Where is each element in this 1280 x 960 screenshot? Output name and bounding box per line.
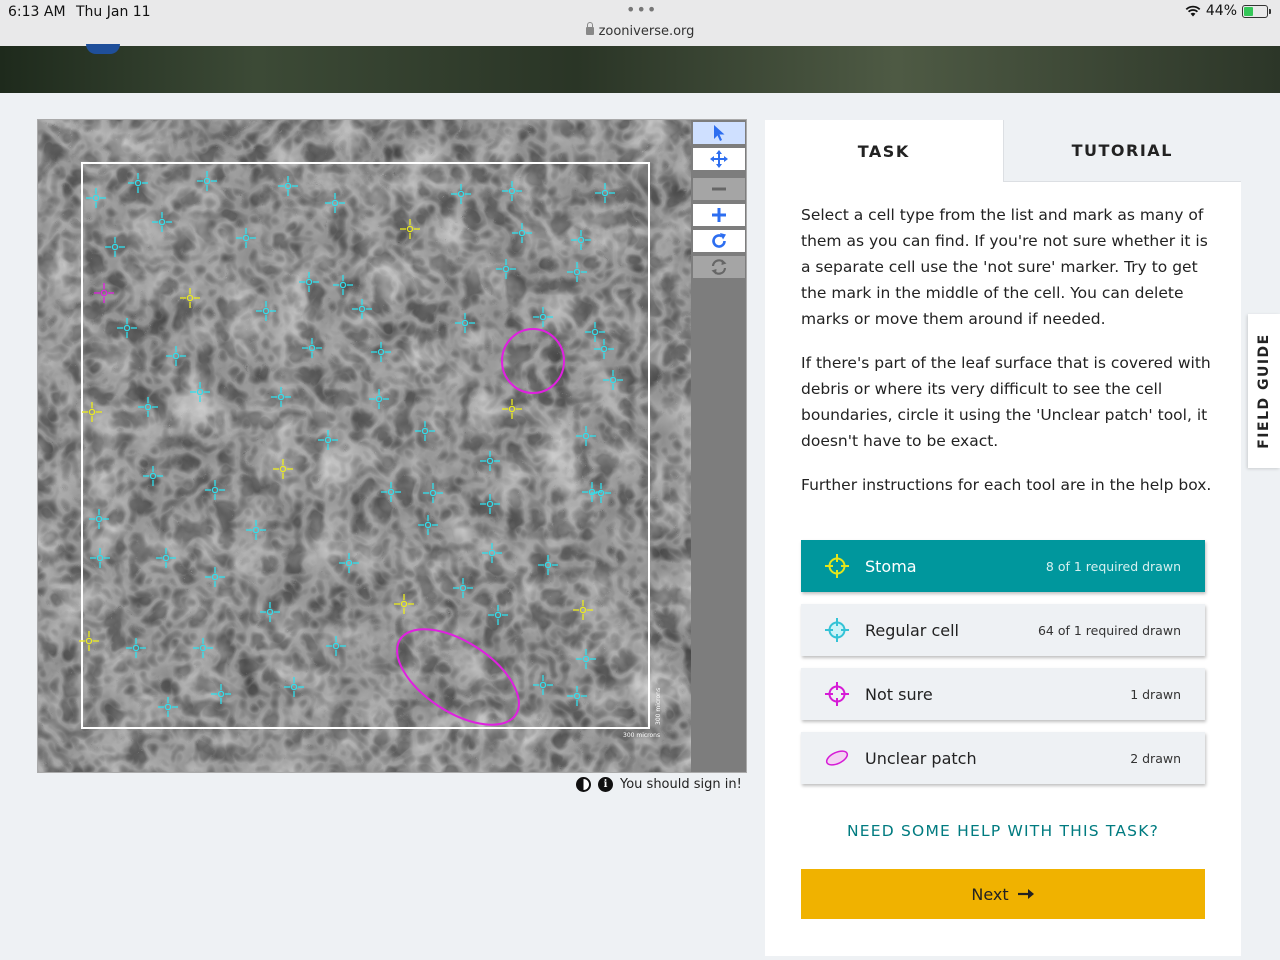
tool-label: Not sure: [865, 684, 933, 704]
rotate-button[interactable]: [693, 230, 745, 252]
sign-in-message: You should sign in!: [620, 777, 742, 792]
zoom-out-button[interactable]: [693, 178, 745, 200]
scale-label-horizontal: 300 microns: [623, 732, 660, 739]
url-text: zooniverse.org: [598, 24, 695, 39]
next-button-label: Next: [971, 884, 1009, 904]
tool-label: Regular cell: [865, 620, 959, 640]
zooniverse-logo[interactable]: [86, 44, 120, 54]
battery-percent: 44%: [1205, 3, 1237, 19]
status-date: Thu Jan 11: [76, 4, 151, 20]
battery-fill: [1244, 6, 1254, 16]
reset-icon: [711, 259, 727, 275]
tab-task[interactable]: TASK: [765, 120, 1003, 182]
arrow-right-icon: [1017, 889, 1034, 899]
wifi-icon: [1185, 5, 1201, 17]
ellipse-icon: [825, 746, 849, 770]
pointer-icon: [714, 125, 725, 141]
scale-label-vertical: 300 microns: [655, 688, 662, 725]
tool-option-unclear-patch[interactable]: Unclear patch 2 drawn: [801, 732, 1205, 784]
instruction-paragraph: Select a cell type from the list and mar…: [801, 206, 1208, 328]
subject-viewer: 300 microns 300 microns: [37, 119, 747, 773]
task-instructions: Select a cell type from the list and mar…: [801, 202, 1221, 516]
tool-label: Unclear patch: [865, 748, 977, 768]
crosshair-icon: [825, 554, 849, 578]
subject-image-canvas[interactable]: 300 microns 300 microns: [38, 120, 691, 772]
zoom-out-icon: [712, 187, 726, 191]
move-icon: [710, 150, 728, 168]
zoom-in-button[interactable]: [693, 204, 745, 226]
tool-option-stoma[interactable]: Stoma 8 of 1 required drawn: [801, 540, 1205, 592]
status-indicators: 44%: [1185, 3, 1271, 19]
instruction-paragraph: If there's part of the leaf surface that…: [801, 354, 1211, 450]
tool-count: 64 of 1 required drawn: [1037, 622, 1181, 638]
tool-label: Stoma: [865, 556, 917, 576]
battery-icon: [1242, 4, 1271, 18]
tab-tutorial[interactable]: TUTORIAL: [1002, 120, 1241, 182]
rotate-icon: [712, 233, 726, 248]
zoom-in-icon: [712, 208, 726, 222]
field-guide-tab[interactable]: FIELD GUIDE: [1248, 314, 1280, 468]
crosshair-icon: [825, 682, 849, 706]
task-panel: TASK TUTORIAL Select a cell type from th…: [765, 120, 1241, 956]
status-time: 6:13 AM: [8, 4, 66, 20]
invert-contrast-icon[interactable]: [576, 777, 591, 792]
pointer-tool-button[interactable]: [693, 122, 745, 144]
reset-view-button[interactable]: [693, 256, 745, 278]
next-button[interactable]: Next: [801, 869, 1205, 919]
multitask-dots-icon[interactable]: •••: [626, 0, 657, 19]
viewer-footer: i You should sign in!: [576, 777, 742, 792]
crosshair-icon: [825, 618, 849, 642]
move-tool-button[interactable]: [693, 148, 745, 170]
address-bar[interactable]: zooniverse.org: [0, 22, 1280, 39]
project-banner: [0, 44, 1280, 93]
subject-image[interactable]: 300 microns 300 microns: [38, 120, 691, 772]
task-help-link[interactable]: NEED SOME HELP WITH THIS TASK?: [801, 822, 1205, 840]
viewer-toolbar: [691, 120, 746, 772]
tool-count: 8 of 1 required drawn: [1045, 558, 1181, 574]
instruction-paragraph: Further instructions for each tool are i…: [801, 476, 1212, 494]
tool-count: 2 drawn: [1130, 750, 1181, 766]
field-guide-label: FIELD GUIDE: [1256, 333, 1273, 449]
info-icon[interactable]: i: [598, 777, 613, 792]
tool-option-not-sure[interactable]: Not sure 1 drawn: [801, 668, 1205, 720]
browser-status-bar: 6:13 AM Thu Jan 11 ••• zooniverse.org 44…: [0, 0, 1280, 46]
panel-tabs: TASK TUTORIAL: [765, 120, 1241, 182]
tool-count: 1 drawn: [1130, 686, 1181, 702]
lock-icon: [585, 22, 594, 35]
tool-option-regular-cell[interactable]: Regular cell 64 of 1 required drawn: [801, 604, 1205, 656]
